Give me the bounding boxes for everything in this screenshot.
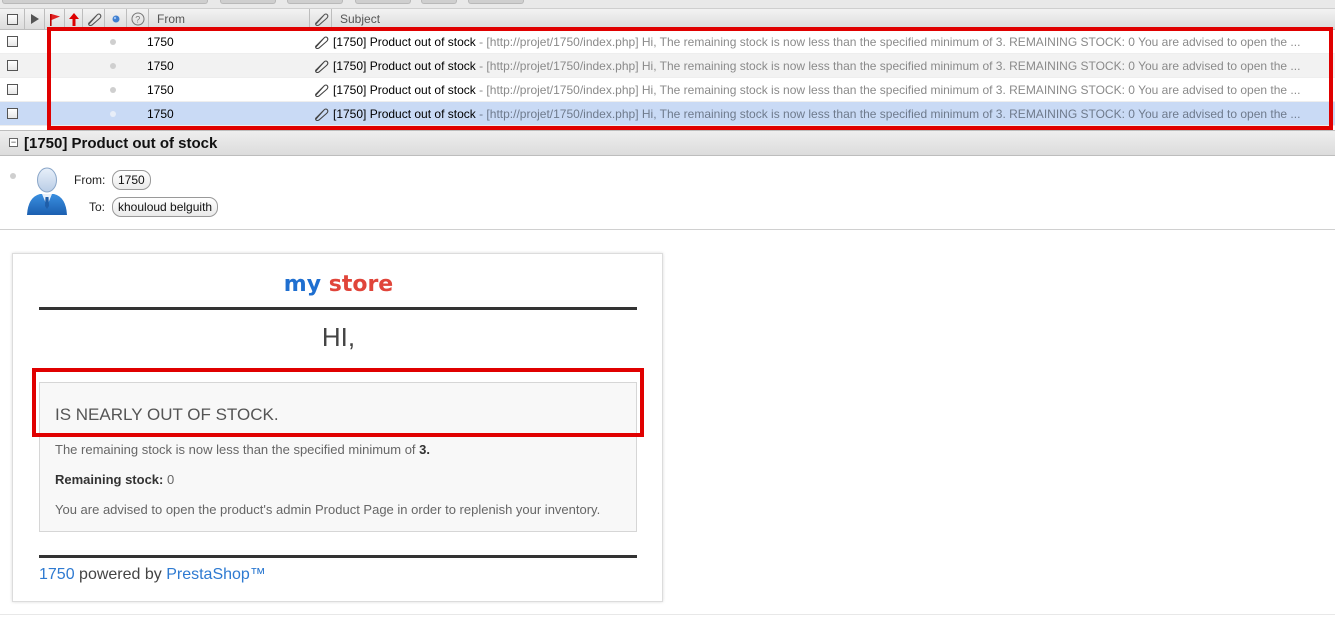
attach-sort-column[interactable] xyxy=(310,9,332,29)
footer-text: powered by xyxy=(74,566,167,583)
row-preview-text: - [http://projet/1750/index.php] Hi, The… xyxy=(475,35,1301,49)
row-from: 1750 xyxy=(147,35,174,49)
minimum-text: The remaining stock is now less than the… xyxy=(55,442,420,457)
prestashop-link[interactable]: PrestaShop™ xyxy=(166,566,266,583)
attachment-column[interactable] xyxy=(83,9,105,29)
unread-dot-icon[interactable] xyxy=(110,87,116,93)
message-row[interactable]: 1750 [1750] Product out of stock - [http… xyxy=(0,30,1335,54)
toolbar-button-stub[interactable] xyxy=(2,0,208,4)
message-list-header: ? From Subject xyxy=(0,9,1335,30)
status-dot-icon[interactable] xyxy=(10,173,16,179)
collapse-toggle-icon[interactable]: − xyxy=(9,138,18,147)
logo-my: my xyxy=(283,272,322,297)
row-checkbox[interactable] xyxy=(7,60,18,71)
attachment-icon xyxy=(315,36,329,49)
row-subject: [1750] Product out of stock - [http://pr… xyxy=(333,107,1313,121)
stock-headline: IS NEARLY OUT OF STOCK. xyxy=(55,405,279,424)
row-from: 1750 xyxy=(147,107,174,121)
from-column-header[interactable]: From xyxy=(149,9,310,29)
email-footer: 1750 powered by PrestaShop™ xyxy=(39,566,266,584)
stock-info-box: IS NEARLY OUT OF STOCK. The remaining st… xyxy=(39,382,637,532)
row-preview-text: - [http://projet/1750/index.php] Hi, The… xyxy=(475,83,1301,97)
threads-column[interactable]: ? xyxy=(127,9,149,29)
unread-dot-icon[interactable] xyxy=(110,39,116,45)
greeting: HI, xyxy=(321,322,356,352)
flag-column[interactable] xyxy=(45,9,65,29)
message-row[interactable]: 1750 [1750] Product out of stock - [http… xyxy=(0,54,1335,78)
select-all-column[interactable] xyxy=(0,9,25,29)
priority-column[interactable] xyxy=(65,9,83,29)
help-icon: ? xyxy=(131,12,144,26)
toolbar-button-stub[interactable] xyxy=(355,0,411,4)
row-subject-text: [1750] Product out of stock xyxy=(333,35,476,49)
attachment-icon xyxy=(315,84,329,97)
message-row-selected[interactable]: 1750 [1750] Product out of stock - [http… xyxy=(0,102,1335,126)
thread-expand-icon xyxy=(31,14,39,24)
store-logo: my store xyxy=(13,272,664,297)
row-checkbox[interactable] xyxy=(7,84,18,95)
remaining-line: Remaining stock: 0 xyxy=(55,472,174,487)
row-subject-text: [1750] Product out of stock xyxy=(333,107,476,121)
divider xyxy=(39,307,637,310)
row-subject: [1750] Product out of stock - [http://pr… xyxy=(333,35,1313,49)
from-column-label: From xyxy=(157,12,185,26)
priority-arrow-icon xyxy=(68,12,79,26)
toolbar-button-stub[interactable] xyxy=(220,0,276,4)
subject-column-header[interactable]: Subject xyxy=(332,9,1335,29)
attachment-icon xyxy=(87,13,101,26)
remaining-value: 0 xyxy=(163,472,175,487)
to-address-pill[interactable]: khouloud belguith xyxy=(112,197,219,217)
minimum-line: The remaining stock is now less than the… xyxy=(55,442,430,457)
row-preview-text: - [http://projet/1750/index.php] Hi, The… xyxy=(475,59,1301,73)
logo-store: store xyxy=(328,272,394,297)
advice-line: You are advised to open the product's ad… xyxy=(55,502,601,517)
attachment-icon xyxy=(314,13,328,26)
attachment-icon xyxy=(315,108,329,121)
message-meta: From: 1750 To: khouloud belguith xyxy=(0,160,1335,230)
row-subject: [1750] Product out of stock - [http://pr… xyxy=(333,59,1313,73)
row-from: 1750 xyxy=(147,83,174,97)
preview-title: [1750] Product out of stock xyxy=(24,135,218,152)
toolbar-remnant xyxy=(0,0,1335,9)
toolbar-button-stub[interactable] xyxy=(287,0,343,4)
from-label: From: xyxy=(74,173,106,187)
message-row[interactable]: 1750 [1750] Product out of stock - [http… xyxy=(0,78,1335,102)
status-dot-icon xyxy=(112,15,119,23)
attachment-icon xyxy=(315,60,329,73)
divider xyxy=(39,555,637,558)
avatar-icon xyxy=(27,167,67,215)
shop-link[interactable]: 1750 xyxy=(39,566,75,583)
remaining-label: Remaining stock: xyxy=(55,472,164,487)
flag-icon xyxy=(49,13,60,26)
row-subject-text: [1750] Product out of stock xyxy=(333,83,476,97)
divider xyxy=(0,614,1335,615)
row-subject: [1750] Product out of stock - [http://pr… xyxy=(333,83,1313,97)
row-checkbox[interactable] xyxy=(7,108,18,119)
row-preview-text: - [http://projet/1750/index.php] Hi, The… xyxy=(475,107,1301,121)
read-status-column[interactable] xyxy=(105,9,127,29)
email-body: my store HI, IS NEARLY OUT OF STOCK. The… xyxy=(12,253,663,602)
toolbar-button-stub[interactable] xyxy=(421,0,457,4)
to-label: To: xyxy=(89,200,106,214)
row-checkbox[interactable] xyxy=(7,36,18,47)
toolbar-button-stub[interactable] xyxy=(468,0,524,4)
unread-dot-icon[interactable] xyxy=(110,63,116,69)
preview-header: − [1750] Product out of stock xyxy=(0,130,1335,156)
select-all-checkbox[interactable] xyxy=(6,13,18,25)
message-list: 1750 [1750] Product out of stock - [http… xyxy=(0,30,1335,130)
row-from: 1750 xyxy=(147,59,174,73)
row-subject-text: [1750] Product out of stock xyxy=(333,59,476,73)
svg-text:?: ? xyxy=(135,15,140,25)
thread-column[interactable] xyxy=(25,9,45,29)
from-address-pill[interactable]: 1750 xyxy=(112,170,151,190)
divider xyxy=(40,435,636,436)
unread-dot-icon[interactable] xyxy=(110,111,116,117)
minimum-value: 3. xyxy=(419,442,431,457)
subject-column-label: Subject xyxy=(340,12,381,26)
